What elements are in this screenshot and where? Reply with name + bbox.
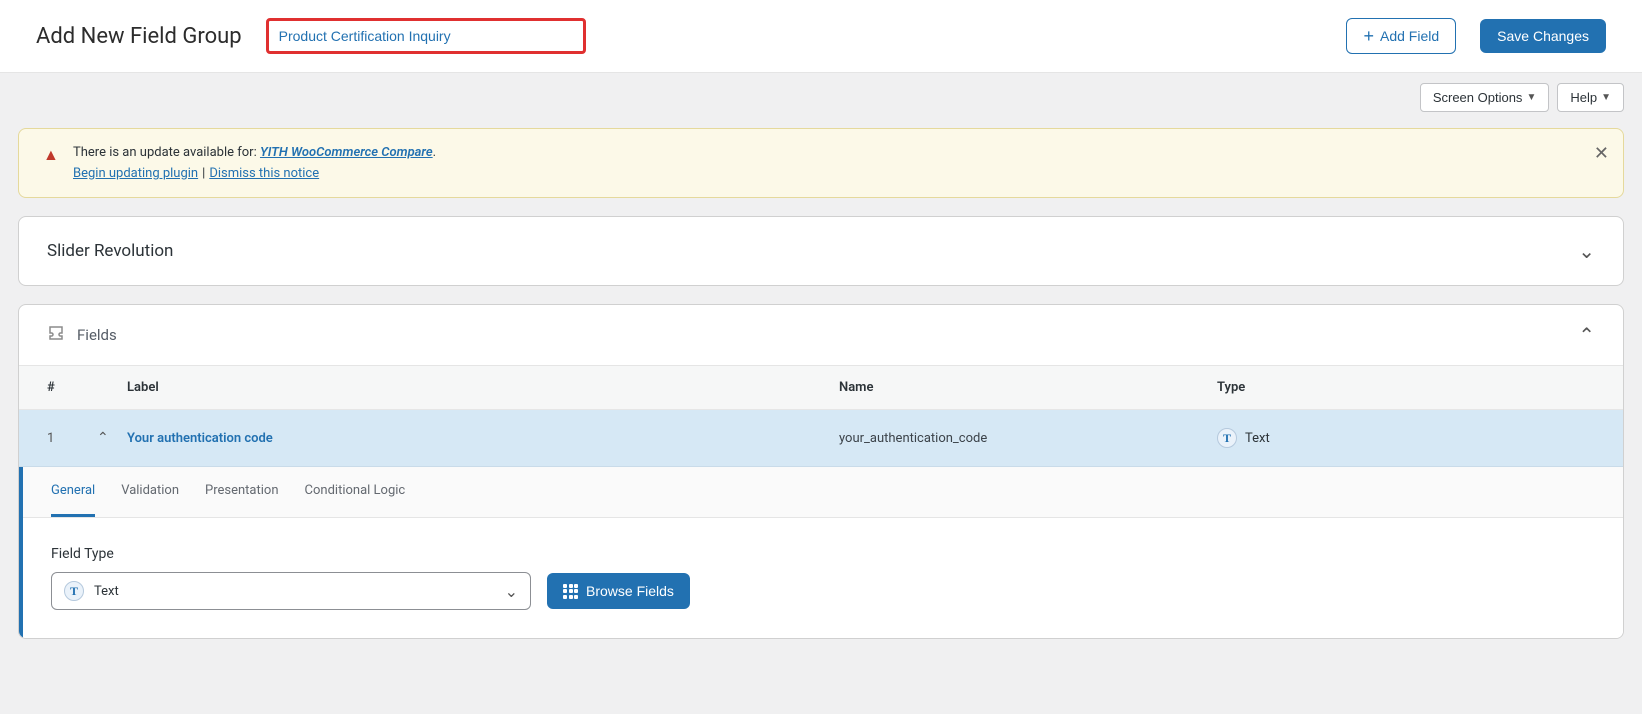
warning-icon: ▲ xyxy=(43,145,59,165)
caret-down-icon: ▼ xyxy=(1601,92,1611,103)
update-notice: ▲ There is an update available for: YITH… xyxy=(18,128,1624,198)
tab-general[interactable]: General xyxy=(51,467,95,517)
plus-icon: + xyxy=(1363,27,1374,45)
field-name: your_authentication_code xyxy=(839,431,1217,446)
close-icon: ✕ xyxy=(1594,143,1609,163)
help-button[interactable]: Help ▼ xyxy=(1557,83,1624,112)
col-header-name: Name xyxy=(839,380,1217,395)
slider-revolution-title: Slider Revolution xyxy=(47,241,1566,261)
browse-fields-button[interactable]: Browse Fields xyxy=(547,573,690,609)
plugin-link[interactable]: YITH WooCommerce Compare xyxy=(260,145,433,160)
col-header-num: # xyxy=(47,380,97,395)
field-row[interactable]: 1 ⌃ Your authentication code your_authen… xyxy=(19,410,1623,467)
field-type-label: Field Type xyxy=(51,546,1595,562)
collapse-row-icon[interactable]: ⌃ xyxy=(97,430,109,446)
begin-updating-link[interactable]: Begin updating plugin xyxy=(73,166,198,181)
close-notice-button[interactable]: ✕ xyxy=(1594,143,1609,164)
tab-conditional-logic[interactable]: Conditional Logic xyxy=(305,467,406,517)
dismiss-notice-link[interactable]: Dismiss this notice xyxy=(209,166,319,181)
fields-panel-title: Fields xyxy=(77,326,1566,344)
field-type-text: Text xyxy=(1245,431,1270,446)
text-type-icon: T xyxy=(64,581,84,601)
caret-down-icon: ▼ xyxy=(1526,92,1536,103)
field-type-select[interactable]: T Text ⌄ xyxy=(51,572,531,610)
add-field-button[interactable]: + Add Field xyxy=(1346,18,1456,54)
slider-revolution-header[interactable]: Slider Revolution ⌄ xyxy=(19,217,1623,285)
tab-validation[interactable]: Validation xyxy=(121,467,179,517)
screen-options-button[interactable]: Screen Options ▼ xyxy=(1420,83,1550,112)
chevron-up-icon: ⌃ xyxy=(1578,323,1595,347)
add-field-label: Add Field xyxy=(1380,28,1439,44)
save-changes-button[interactable]: Save Changes xyxy=(1480,19,1606,53)
chevron-down-icon: ⌄ xyxy=(505,582,518,601)
page-title: Add New Field Group xyxy=(36,24,242,49)
chevron-down-icon: ⌄ xyxy=(1578,239,1595,263)
text-type-icon: T xyxy=(1217,428,1237,448)
field-group-title-input[interactable] xyxy=(266,18,586,54)
field-label-link[interactable]: Your authentication code xyxy=(127,431,273,446)
puzzle-icon xyxy=(47,324,65,346)
settings-tabs: General Validation Presentation Conditio… xyxy=(23,467,1623,518)
field-type-selected: Text xyxy=(94,584,119,599)
screen-tabs: Screen Options ▼ Help ▼ xyxy=(0,73,1642,112)
field-settings: General Validation Presentation Conditio… xyxy=(19,467,1623,638)
col-header-label: Label xyxy=(127,380,839,395)
fields-panel-header[interactable]: Fields ⌃ xyxy=(19,305,1623,366)
col-header-type: Type xyxy=(1217,380,1595,395)
tab-presentation[interactable]: Presentation xyxy=(205,467,279,517)
row-number: 1 xyxy=(47,431,97,446)
fields-panel: Fields ⌃ # Label Name Type 1 ⌃ Your auth… xyxy=(18,304,1624,639)
save-changes-label: Save Changes xyxy=(1497,28,1589,44)
grid-icon xyxy=(563,584,578,599)
browse-fields-label: Browse Fields xyxy=(586,583,674,599)
slider-revolution-panel: Slider Revolution ⌄ xyxy=(18,216,1624,286)
fields-table-header: # Label Name Type xyxy=(19,366,1623,410)
top-bar: Add New Field Group + Add Field Save Cha… xyxy=(0,0,1642,73)
notice-prefix: There is an update available for: xyxy=(73,145,260,160)
